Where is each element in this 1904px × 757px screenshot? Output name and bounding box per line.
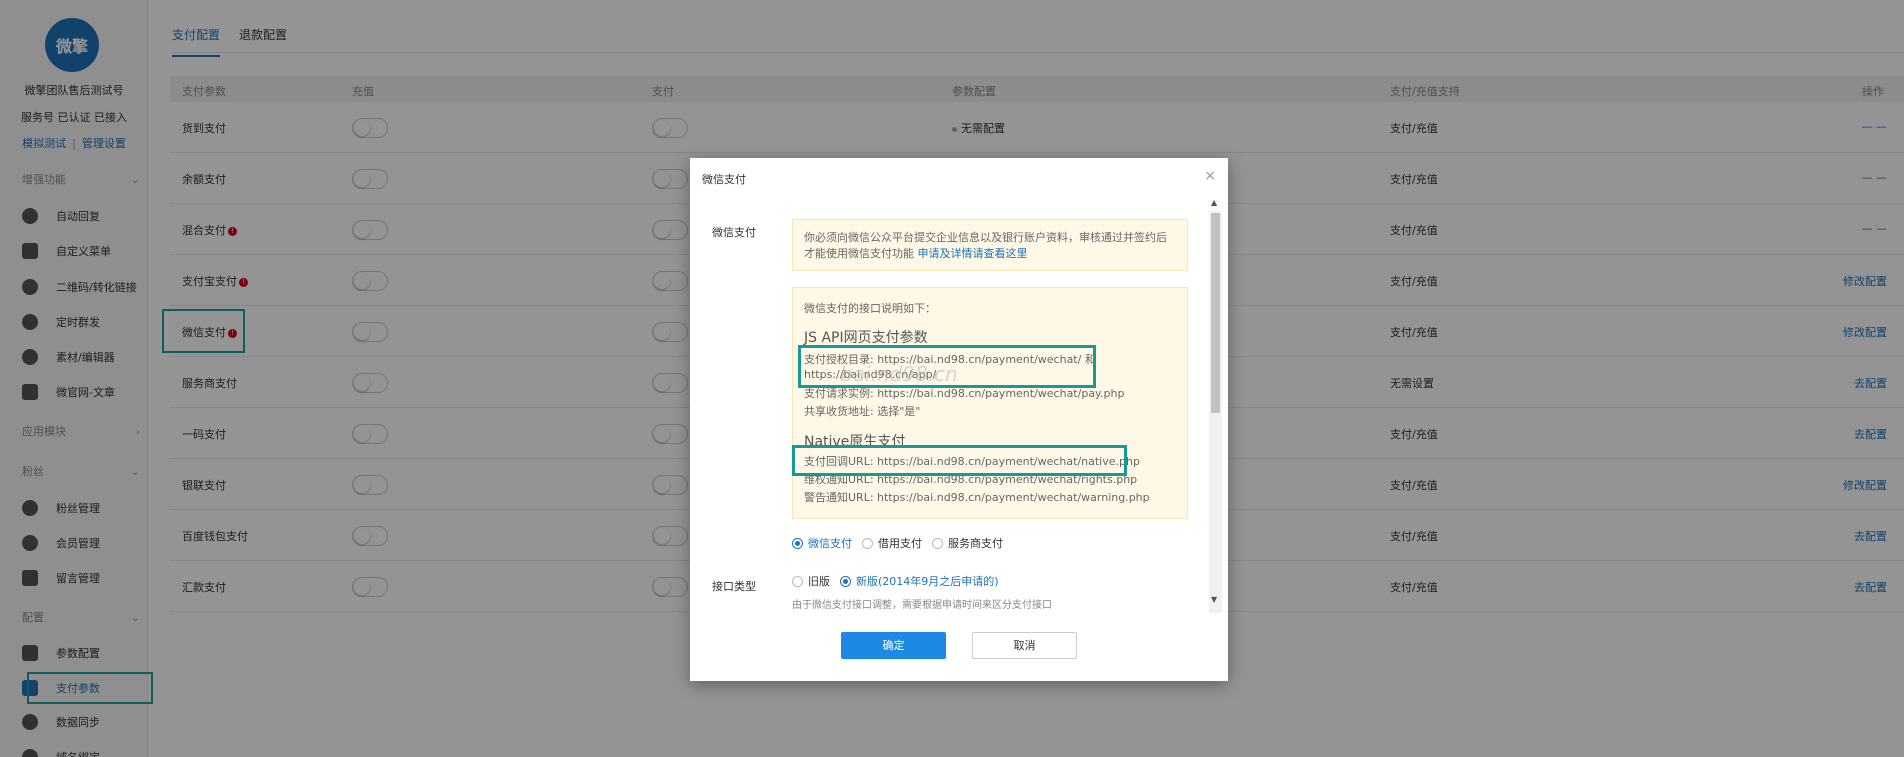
scroll-down-icon[interactable]: ▼: [1211, 595, 1217, 604]
radio-provider-pay[interactable]: 服务商支付: [932, 535, 1003, 551]
scroll-up-icon[interactable]: ▲: [1211, 198, 1217, 207]
api-hint: 由于微信支付接口调整，需要根据申请时间来区分支付接口: [792, 600, 1052, 611]
radio-label: 借用支付: [878, 537, 922, 550]
request-example: 支付请求实例: https://bai.nd98.cn/payment/wech…: [804, 387, 1125, 400]
modal-title: 微信支付: [702, 173, 746, 186]
pay-type-radio-group: 微信支付 借用支付 服务商支付: [792, 535, 1013, 551]
radio-circle: [840, 575, 851, 587]
cancel-button[interactable]: 取消: [972, 632, 1077, 659]
radio-label: 新版(2014年9月之后申请的): [856, 575, 999, 588]
apply-notice: 你必须向微信公众平台提交企业信息以及银行账户资料，审核通过并签约后才能使用微信支…: [792, 219, 1188, 271]
api-type-label: 接口类型: [712, 580, 756, 593]
jsapi-title: JS API网页支付参数: [804, 330, 928, 346]
radio-circle: [792, 575, 803, 587]
info-head: 微信支付的接口说明如下：: [804, 302, 936, 315]
apply-details-link[interactable]: 申请及详情请查看这里: [918, 247, 1028, 260]
radio-wechat-pay[interactable]: 微信支付: [792, 535, 852, 551]
interface-info-box: 微信支付的接口说明如下： JS API网页支付参数 支付授权目录: https:…: [792, 287, 1188, 519]
scrollbar-thumb[interactable]: [1211, 213, 1220, 413]
radio-old-version[interactable]: 旧版: [792, 573, 830, 589]
radio-borrow-pay[interactable]: 借用支付: [862, 535, 922, 551]
share-address: 共享收货地址: 选择"是": [804, 405, 921, 418]
radio-circle: [932, 537, 943, 549]
radio-label: 旧版: [808, 575, 830, 588]
confirm-button[interactable]: 确定: [841, 632, 946, 659]
wechat-pay-modal: 微信支付 × 微信支付 你必须向微信公众平台提交企业信息以及银行账户资料，审核通…: [690, 158, 1228, 681]
highlight-auth-dir: [798, 345, 1096, 388]
highlight-callback-url: [792, 445, 1127, 476]
radio-label: 微信支付: [808, 537, 852, 550]
radio-circle: [862, 537, 873, 549]
radio-circle: [792, 537, 803, 549]
close-icon[interactable]: ×: [1204, 168, 1216, 184]
radio-label: 服务商支付: [948, 537, 1003, 550]
warning-url: 警告通知URL: https://bai.nd98.cn/payment/wec…: [804, 491, 1150, 504]
wechat-pay-label: 微信支付: [712, 226, 756, 239]
api-version-radio-group: 旧版 新版(2014年9月之后申请的): [792, 573, 1009, 589]
radio-new-version[interactable]: 新版(2014年9月之后申请的): [840, 573, 999, 589]
